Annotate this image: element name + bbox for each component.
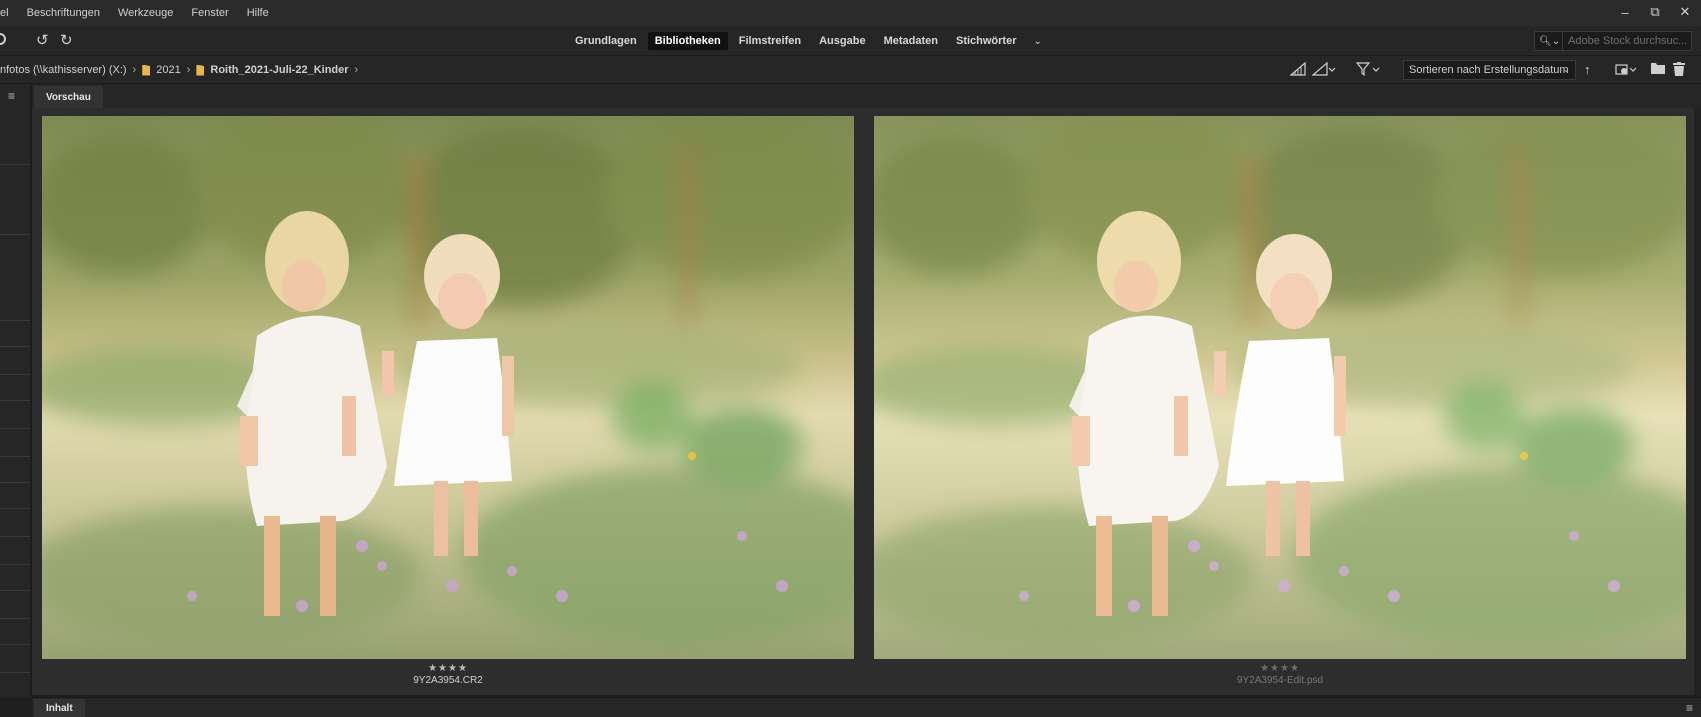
workspace-more-chevron-icon[interactable]: ⌄ (1028, 36, 1048, 47)
workspace-switcher: Grundlagen Bibliotheken Filmstreifen Aus… (568, 31, 1048, 51)
panel-divider (0, 346, 30, 347)
panel-divider (0, 400, 30, 401)
rating-filter-icon[interactable] (1311, 61, 1336, 79)
content-panel-header: Inhalt ≡ (32, 697, 1701, 717)
preview-panel-header: Vorschau (32, 84, 1701, 108)
preview-photo-original[interactable] (42, 116, 854, 659)
panel-divider (0, 644, 30, 645)
panel-divider (0, 564, 30, 565)
tab-stichwoerter[interactable]: Stichwörter (949, 32, 1024, 50)
quality-filter-icon[interactable] (1289, 61, 1306, 79)
rating-stars[interactable]: ★★★★ (42, 663, 854, 674)
filter-icon[interactable] (1355, 62, 1382, 79)
panel-menu-icon[interactable]: ≡ (8, 89, 15, 103)
trash-icon[interactable] (1673, 62, 1685, 79)
tab-vorschau[interactable]: Vorschau (34, 86, 103, 108)
folder-icon (142, 64, 151, 76)
menu-item-fenster[interactable]: Fenster (182, 7, 237, 19)
search-icon[interactable]: 🔍︎⌄ (1535, 32, 1563, 50)
breadcrumb: nfotos (\\kathisserver) (X:) › 2021 › Ro… (0, 56, 364, 84)
breadcrumb-drive[interactable]: nfotos (\\kathisserver) (X:) (0, 64, 127, 76)
folder-icon (196, 64, 205, 76)
filename-label: 9Y2A3954-Edit.psd (1236, 675, 1324, 686)
window-controls: – ⧉ ✕ (1617, 0, 1693, 24)
breadcrumb-current-folder[interactable]: Roith_2021-Juli-22_Kinder (210, 64, 348, 76)
sort-ascending-icon[interactable]: ↑ (1584, 62, 1591, 77)
minimize-icon[interactable]: – (1617, 5, 1633, 20)
camera-icon[interactable] (0, 32, 10, 51)
preview-scrollbar[interactable] (1694, 108, 1701, 695)
panel-divider (0, 320, 30, 321)
menu-item-werkzeuge[interactable]: Werkzeuge (109, 7, 182, 19)
menu-item-datei[interactable]: el (0, 7, 18, 19)
open-recent-icon[interactable] (1615, 62, 1637, 79)
panel-divider (0, 164, 30, 165)
panel-divider (0, 508, 30, 509)
preview-area: ★★★★ 9Y2A3954.CR2 ★★★★ 9Y2A3954-Edit.psd (32, 108, 1694, 695)
new-folder-icon[interactable] (1651, 62, 1665, 77)
breadcrumb-year[interactable]: 2021 (156, 64, 180, 76)
rating-stars[interactable]: ★★★★ (874, 663, 1686, 674)
tab-filmstreifen[interactable]: Filmstreifen (732, 32, 808, 50)
close-icon[interactable]: ✕ (1677, 4, 1693, 20)
panel-menu-icon[interactable]: ≡ (1686, 701, 1693, 715)
restore-icon[interactable]: ⧉ (1647, 4, 1663, 20)
tab-bibliotheken[interactable]: Bibliotheken (647, 32, 728, 50)
panel-divider (0, 428, 30, 429)
menu-item-beschriftungen[interactable]: Beschriftungen (18, 7, 109, 19)
search-input[interactable] (1563, 35, 1687, 47)
panel-divider (0, 374, 30, 375)
rotate-right-icon[interactable]: ↻ (60, 32, 73, 50)
chevron-right-icon: › (132, 64, 137, 76)
sort-label: Sortieren nach Erstellungsdatum (1409, 64, 1569, 76)
menu-item-hilfe[interactable]: Hilfe (238, 7, 278, 19)
chevron-down-icon: ⌄ (1562, 64, 1570, 74)
tab-inhalt[interactable]: Inhalt (34, 699, 85, 717)
chevron-right-icon[interactable]: › (355, 64, 359, 76)
sort-dropdown[interactable]: Sortieren nach Erstellungsdatum ⌄ (1403, 60, 1576, 80)
tab-ausgabe[interactable]: Ausgabe (812, 32, 872, 50)
path-bar: nfotos (\\kathisserver) (X:) › 2021 › Ro… (0, 56, 1701, 84)
panel-divider (0, 234, 30, 235)
panel-divider (0, 618, 30, 619)
rotate-left-icon[interactable]: ↺ (36, 32, 49, 50)
panel-divider (0, 456, 30, 457)
panel-divider (0, 590, 30, 591)
menu-bar: el Beschriftungen Werkzeuge Fenster Hilf… (0, 0, 1701, 26)
stock-search: 🔍︎⌄ (1534, 31, 1692, 51)
toolbar: ↺ ↻ Grundlagen Bibliotheken Filmstreifen… (0, 26, 1701, 56)
panel-divider (0, 536, 30, 537)
preview-photo-edited[interactable] (874, 116, 1686, 659)
panel-divider (0, 672, 30, 673)
tab-metadaten[interactable]: Metadaten (877, 32, 945, 50)
tab-grundlagen[interactable]: Grundlagen (568, 32, 644, 50)
panel-divider (0, 482, 30, 483)
filename-label: 9Y2A3954.CR2 (413, 675, 483, 686)
chevron-right-icon: › (186, 64, 191, 76)
left-panel-strip: ≡ (0, 84, 31, 697)
